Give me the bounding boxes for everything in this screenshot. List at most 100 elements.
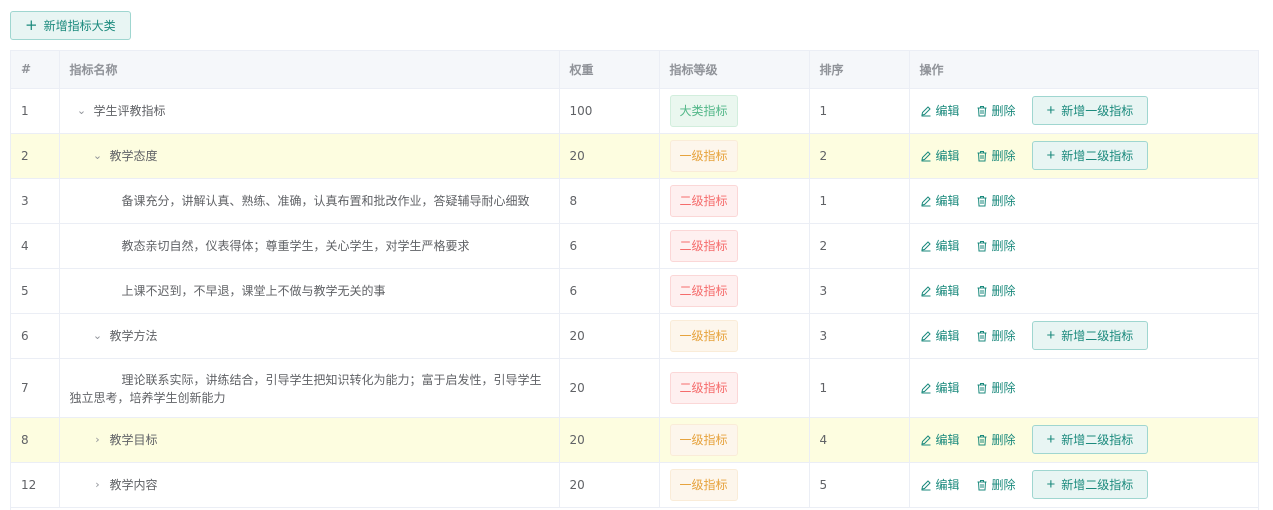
trash-icon — [977, 434, 987, 445]
edit-link[interactable]: 编辑 — [920, 147, 960, 164]
edit-link[interactable]: 编辑 — [920, 237, 960, 254]
row-weight: 20 — [559, 133, 660, 179]
delete-link[interactable]: 删除 — [976, 102, 1016, 119]
col-header-weight: 权重 — [559, 51, 660, 89]
name-cell: › 教学目标 — [70, 431, 549, 448]
chevron-down-icon[interactable]: ⌄ — [74, 104, 90, 117]
delete-link[interactable]: 删除 — [976, 431, 1016, 448]
delete-link[interactable]: 删除 — [976, 192, 1016, 209]
toolbar: + 新增指标大类 — [10, 11, 131, 40]
trash-icon — [977, 330, 987, 341]
add-subindicator-button[interactable]: + 新增二级指标 — [1031, 141, 1149, 170]
plus-icon: + — [25, 16, 38, 34]
level-tag: 一级指标 — [669, 423, 738, 456]
level-tag: 二级指标 — [669, 229, 738, 262]
add-category-button[interactable]: + 新增指标大类 — [10, 11, 131, 40]
chevron-right-icon[interactable]: › — [90, 433, 106, 446]
trash-icon — [977, 195, 987, 206]
table-row: 8 › 教学目标 20 一级指标 4 编辑 删除 + 新增二级指标 — [11, 417, 1258, 463]
row-weight: 100 — [559, 88, 660, 134]
trash-icon — [977, 240, 987, 251]
row-actions: 编辑 删除 + 新增二级指标 — [920, 321, 1251, 350]
level-tag: 二级指标 — [669, 274, 738, 307]
row-actions: 编辑 删除 + 新增二级指标 — [920, 425, 1251, 454]
edit-link[interactable]: 编辑 — [920, 431, 960, 448]
level-tag: 一级指标 — [669, 319, 738, 352]
row-name: 教学目标 — [109, 433, 158, 447]
plus-icon: + — [1046, 147, 1056, 164]
table-header: # 指标名称 权重 指标等级 排序 操作 — [11, 51, 1258, 89]
edit-icon — [920, 330, 931, 341]
row-index: 8 — [11, 417, 60, 463]
name-cell: ⌄ 学生评教指标 — [70, 102, 549, 119]
add-subindicator-button[interactable]: + 新增二级指标 — [1031, 470, 1149, 499]
row-order: 5 — [809, 462, 910, 508]
row-name: 上课不迟到，不早退，课堂上不做与教学无关的事 — [121, 284, 386, 298]
table-row: 2 ⌄ 教学态度 20 一级指标 2 编辑 删除 + 新增二级指标 — [11, 133, 1258, 179]
row-order: 2 — [809, 223, 910, 269]
edit-icon — [920, 382, 931, 393]
chevron-right-icon[interactable]: › — [90, 478, 106, 491]
row-weight: 8 — [559, 178, 660, 224]
row-name: 理论联系实际，讲练结合，引导学生把知识转化为能力；富于启发性，引导学生独立思考，… — [69, 372, 542, 405]
row-name: 教学态度 — [109, 149, 158, 163]
edit-icon — [920, 285, 931, 296]
row-weight: 20 — [559, 313, 660, 359]
edit-link[interactable]: 编辑 — [920, 102, 960, 119]
row-name: 备课充分，讲解认真、熟练、准确，认真布置和批改作业，答疑辅导耐心细致 — [121, 194, 530, 208]
col-header-index: # — [11, 51, 60, 89]
delete-link[interactable]: 删除 — [976, 147, 1016, 164]
delete-link[interactable]: 删除 — [976, 282, 1016, 299]
delete-link[interactable]: 删除 — [976, 327, 1016, 344]
row-weight: 20 — [559, 417, 660, 463]
edit-link[interactable]: 编辑 — [920, 327, 960, 344]
row-order: 3 — [809, 313, 910, 359]
row-actions: 编辑 删除 — [920, 192, 1251, 209]
delete-link[interactable]: 删除 — [976, 237, 1016, 254]
add-subindicator-button[interactable]: + 新增二级指标 — [1031, 321, 1149, 350]
row-actions: 编辑 删除 — [920, 282, 1251, 299]
edit-icon — [920, 479, 931, 490]
edit-link[interactable]: 编辑 — [920, 282, 960, 299]
row-order: 3 — [809, 268, 910, 314]
row-index: 3 — [11, 178, 60, 224]
level-tag: 二级指标 — [669, 371, 738, 404]
row-order: 4 — [809, 417, 910, 463]
row-index: 12 — [11, 462, 60, 508]
row-actions: 编辑 删除 + 新增二级指标 — [920, 470, 1251, 499]
row-actions: 编辑 删除 + 新增二级指标 — [920, 141, 1251, 170]
delete-link[interactable]: 删除 — [976, 476, 1016, 493]
table-row: 7 理论联系实际，讲练结合，引导学生把知识转化为能力；富于启发性，引导学生独立思… — [11, 358, 1258, 418]
chevron-down-icon[interactable]: ⌄ — [90, 329, 106, 342]
level-tag: 大类指标 — [669, 94, 738, 127]
row-name: 教学方法 — [109, 329, 158, 343]
name-cell: 教态亲切自然，仪表得体；尊重学生，关心学生，对学生严格要求 — [70, 237, 549, 254]
row-index: 5 — [11, 268, 60, 314]
table-row: 3 备课充分，讲解认真、熟练、准确，认真布置和批改作业，答疑辅导耐心细致 8 二… — [11, 178, 1258, 224]
add-subindicator-button[interactable]: + 新增二级指标 — [1031, 425, 1149, 454]
level-tag: 二级指标 — [669, 184, 738, 217]
row-name: 教态亲切自然，仪表得体；尊重学生，关心学生，对学生严格要求 — [121, 239, 470, 253]
edit-icon — [920, 434, 931, 445]
edit-link[interactable]: 编辑 — [920, 192, 960, 209]
edit-link[interactable]: 编辑 — [920, 379, 960, 396]
row-order: 2 — [809, 133, 910, 179]
delete-link[interactable]: 删除 — [976, 379, 1016, 396]
row-order: 1 — [809, 178, 910, 224]
edit-icon — [920, 105, 931, 116]
trash-icon — [977, 150, 987, 161]
table-row: 6 ⌄ 教学方法 20 一级指标 3 编辑 删除 + 新增二级指标 — [11, 313, 1258, 359]
chevron-down-icon[interactable]: ⌄ — [90, 149, 106, 162]
row-index: 7 — [11, 358, 60, 418]
edit-link[interactable]: 编辑 — [920, 476, 960, 493]
col-header-level: 指标等级 — [659, 51, 810, 89]
edit-icon — [920, 240, 931, 251]
col-header-order: 排序 — [809, 51, 910, 89]
table-row: 1 ⌄ 学生评教指标 100 大类指标 1 编辑 删除 + 新增一级指标 — [11, 88, 1258, 134]
row-index: 4 — [11, 223, 60, 269]
add-subindicator-button[interactable]: + 新增一级指标 — [1031, 96, 1149, 125]
row-index: 2 — [11, 133, 60, 179]
col-header-actions: 操作 — [909, 51, 1258, 89]
plus-icon: + — [1046, 431, 1056, 448]
row-actions: 编辑 删除 + 新增一级指标 — [920, 96, 1251, 125]
